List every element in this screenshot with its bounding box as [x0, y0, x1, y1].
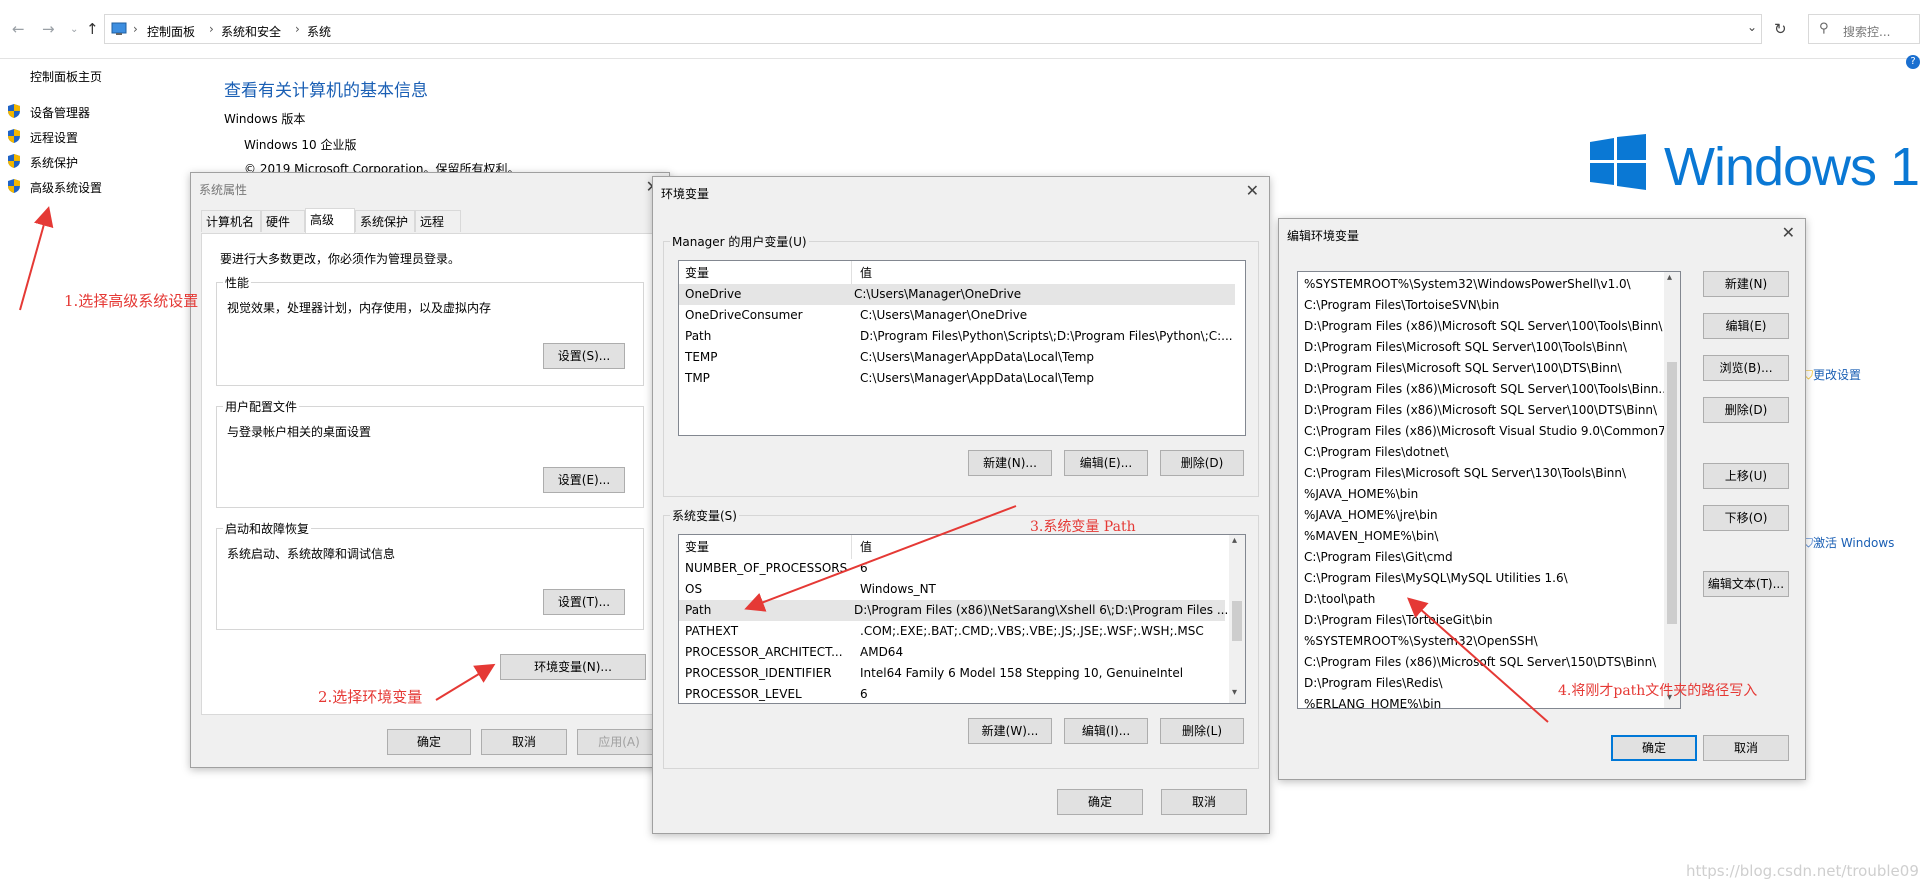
watermark: https://blog.csdn.net/trouble0914 [1686, 862, 1920, 880]
arrow-2 [435, 663, 496, 701]
arrow-4 [1407, 597, 1549, 723]
annotation-step-3: 3.系统变量 Path [1030, 519, 1136, 535]
arrow-3 [744, 505, 1017, 612]
annotation-arrows [19, 206, 1549, 723]
annotation-step-1: 1.选择高级系统设置 [64, 292, 199, 310]
annotation-step-2: 2.选择环境变量 [318, 688, 423, 706]
arrow-1 [19, 206, 54, 311]
annotation-step-4: 4.将刚才path文件夹的路径写入 [1558, 683, 1758, 699]
